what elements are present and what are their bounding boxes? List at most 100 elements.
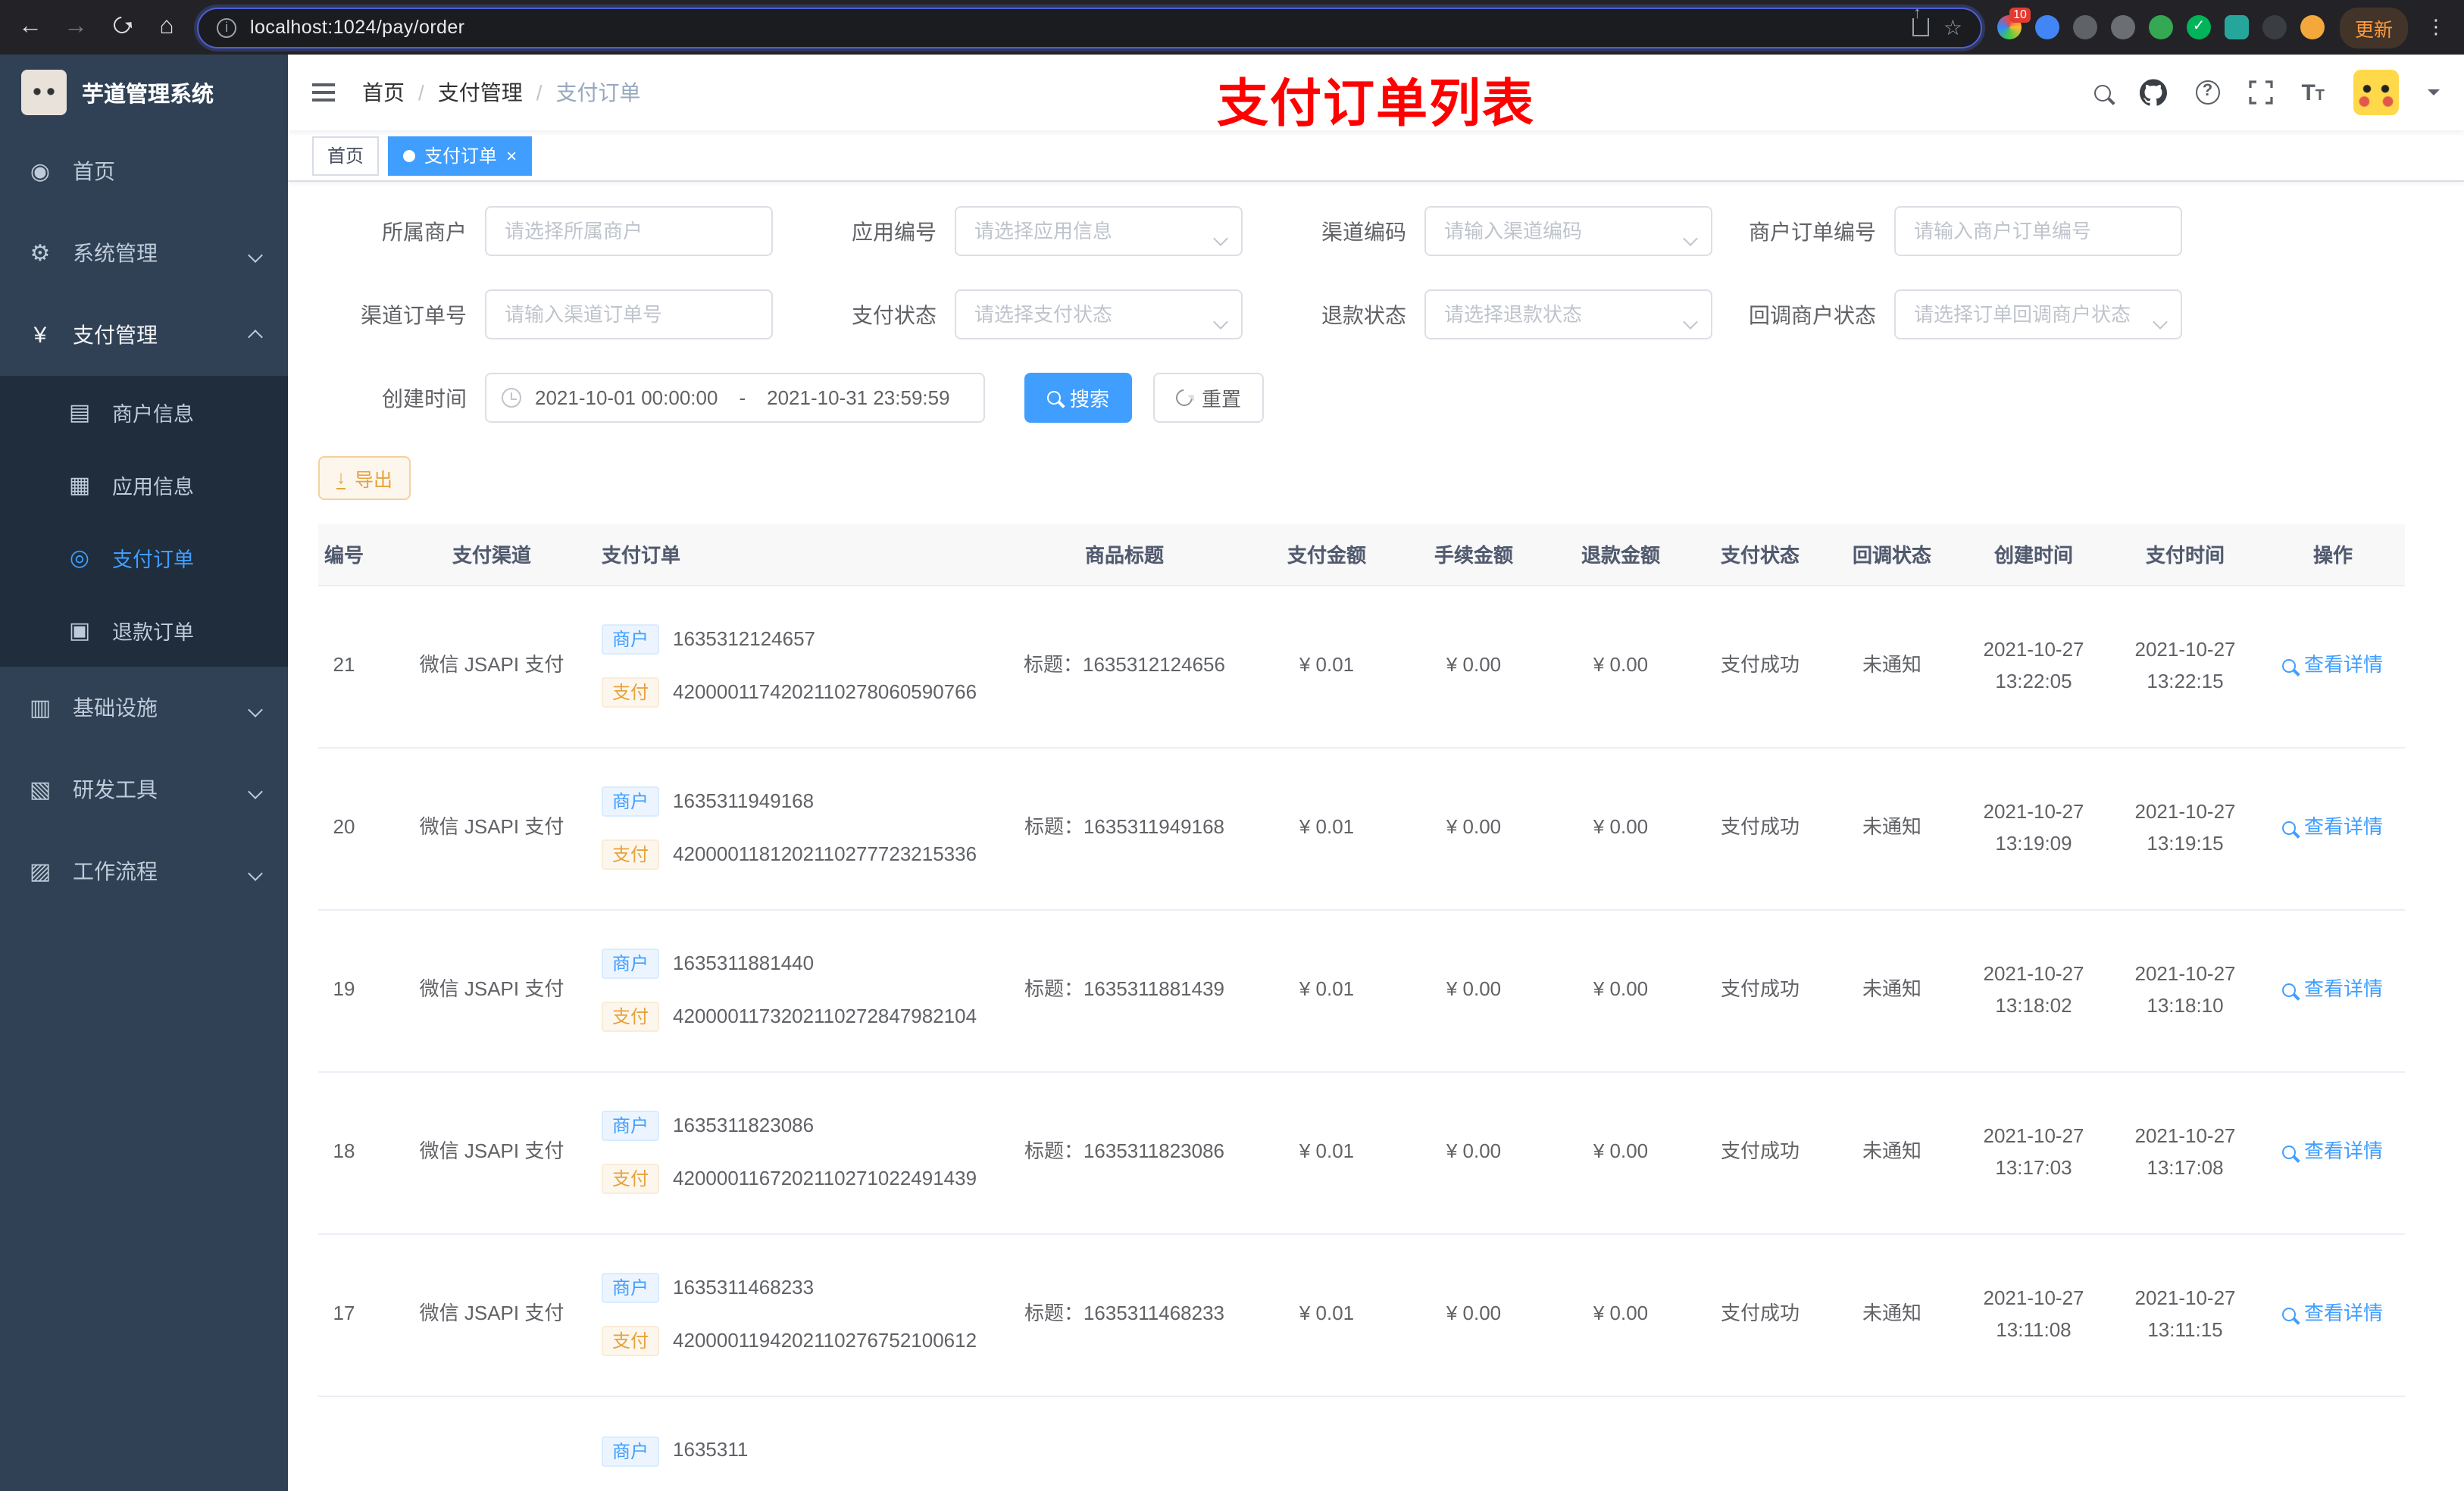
- extension-icon[interactable]: [2262, 15, 2287, 39]
- pay-time: 2021-10-27 13:17:08: [2109, 1071, 2261, 1234]
- bookmark-star-icon[interactable]: ☆: [1943, 14, 1962, 40]
- docs-help-icon[interactable]: ?: [2195, 80, 2220, 105]
- share-icon[interactable]: [1912, 5, 1930, 36]
- view-detail-link[interactable]: 查看详情: [2282, 1136, 2383, 1167]
- merchant-order-no-input[interactable]: [1894, 206, 2182, 256]
- extension-icon[interactable]: 10: [1997, 8, 2031, 39]
- tab-home[interactable]: 首页: [312, 136, 380, 175]
- pay-time: 2021-10-27 13:11:15: [2109, 1233, 2261, 1396]
- merchant-order-no-field[interactable]: [1894, 206, 2182, 256]
- sidebar-item-refund-order[interactable]: ▣ 退款订单: [0, 594, 288, 667]
- search-icon[interactable]: [2093, 84, 2111, 101]
- page-content: 所属商户 应用编号: [288, 182, 2464, 1491]
- search-button[interactable]: 搜索: [1024, 373, 1133, 423]
- font-size-icon[interactable]: TT: [2301, 80, 2325, 105]
- close-icon[interactable]: ×: [506, 146, 517, 164]
- refresh-icon[interactable]: [106, 13, 136, 41]
- pay-tag: 支付: [602, 1163, 660, 1194]
- merchant-select[interactable]: [485, 206, 773, 256]
- channel-order-no-input[interactable]: [485, 289, 773, 339]
- extension-icon[interactable]: [2148, 15, 2173, 39]
- fold-sidebar-icon[interactable]: [312, 83, 335, 102]
- sidebar-item-system[interactable]: ⚙ 系统管理: [0, 212, 288, 294]
- sidebar-item-infrastructure[interactable]: ▥ 基础设施: [0, 667, 288, 749]
- date-end[interactable]: 2021-10-31 23:59:59: [767, 386, 949, 409]
- view-detail-link[interactable]: 查看详情: [2282, 811, 2383, 843]
- tab-pay-order[interactable]: 支付订单 ×: [388, 136, 533, 175]
- sidebar: 芋道管理系统 ◉ 首页 ⚙ 系统管理 ¥ 支付管理 ▤ 商户信息 ▦ 应用信息 …: [0, 55, 288, 1491]
- fee-amount: ¥ 0.00: [1400, 747, 1547, 910]
- refresh-icon: [1172, 386, 1196, 410]
- refund-amount: ¥ 0.00: [1547, 909, 1694, 1072]
- refund-status-input[interactable]: [1424, 289, 1712, 339]
- order-channel: 微信 JSAPI 支付: [397, 1071, 586, 1234]
- channel-code-input[interactable]: [1424, 206, 1712, 256]
- create-time: 2021-10-27 13:18:02: [1958, 909, 2109, 1072]
- pay-status-input[interactable]: [955, 289, 1243, 339]
- actions-cell: 查看详情: [2261, 1233, 2405, 1396]
- view-detail-link[interactable]: 查看详情: [2282, 1298, 2383, 1330]
- channel-code-select[interactable]: [1424, 206, 1712, 256]
- view-detail-link[interactable]: 查看详情: [2282, 649, 2383, 681]
- pay-status: 支付成功: [1694, 747, 1826, 910]
- caret-down-icon[interactable]: [2428, 89, 2440, 102]
- home-icon[interactable]: ⌂: [152, 14, 182, 41]
- sidebar-item-workflow[interactable]: ▨ 工作流程: [0, 830, 288, 912]
- product-title: 标题：1635312124656: [996, 585, 1253, 748]
- callback-status-input[interactable]: [1894, 289, 2182, 339]
- sidebar-item-payment[interactable]: ¥ 支付管理: [0, 294, 288, 376]
- browser-menu-icon[interactable]: ⋮: [2423, 15, 2449, 39]
- col-id: 编号: [318, 524, 397, 586]
- create-time-range-picker[interactable]: 2021-10-01 00:00:00 - 2021-10-31 23:59:5…: [485, 373, 985, 423]
- extension-icon[interactable]: [2300, 15, 2325, 39]
- extension-icon[interactable]: [2034, 15, 2059, 39]
- chevron-down-icon: [1213, 308, 1228, 332]
- breadcrumb-home[interactable]: 首页: [362, 77, 405, 108]
- app-select[interactable]: [955, 206, 1243, 256]
- create-time: 2021-10-27 13:19:09: [1958, 747, 2109, 910]
- browser-update-button[interactable]: 更新: [2339, 7, 2408, 48]
- notify-status: 未通知: [1826, 1233, 1958, 1396]
- back-icon[interactable]: ←: [15, 14, 45, 41]
- order-channel: 微信 JSAPI 支付: [397, 1233, 586, 1396]
- col-fee: 手续金额: [1400, 524, 1547, 586]
- channel-order-no-field[interactable]: [485, 289, 773, 339]
- channel-order-no: 4200001181202110277723215336: [673, 842, 977, 864]
- pay-time: 2021-10-27 13:19:15: [2109, 747, 2261, 910]
- sidebar-item-pay-order[interactable]: ◎ 支付订单: [0, 521, 288, 594]
- forward-icon[interactable]: →: [61, 14, 91, 41]
- gear-icon: ⚙: [30, 241, 51, 267]
- reset-button[interactable]: 重置: [1153, 373, 1265, 423]
- url-text[interactable]: localhost:1024/pay/order: [250, 17, 1900, 38]
- fee-amount: ¥ 0.00: [1400, 1233, 1547, 1396]
- app-select-input[interactable]: [955, 206, 1243, 256]
- export-button[interactable]: ↓ 导出: [318, 456, 411, 500]
- callback-status-select[interactable]: [1894, 289, 2182, 339]
- filter-label: 支付状态: [852, 302, 937, 327]
- breadcrumb-pay-management[interactable]: 支付管理: [438, 77, 523, 108]
- sidebar-item-home[interactable]: ◉ 首页: [0, 130, 288, 212]
- view-detail-link[interactable]: 查看详情: [2282, 974, 2383, 1005]
- date-start[interactable]: 2021-10-01 00:00:00: [535, 386, 718, 409]
- merchant-select-input[interactable]: [485, 206, 773, 256]
- extension-icon[interactable]: [2224, 15, 2249, 39]
- sidebar-item-app-info[interactable]: ▦ 应用信息: [0, 449, 288, 521]
- sidebar-item-dev-tools[interactable]: ▧ 研发工具: [0, 749, 288, 830]
- order-channel: 微信 JSAPI 支付: [397, 585, 586, 748]
- actions-cell: 查看详情: [2261, 909, 2405, 1072]
- user-avatar[interactable]: [2353, 70, 2399, 115]
- chevron-down-icon: [2153, 308, 2168, 332]
- extension-icon[interactable]: [2072, 15, 2097, 39]
- download-icon: ↓: [336, 466, 346, 489]
- pay-status-select[interactable]: [955, 289, 1243, 339]
- extension-icon[interactable]: ✓: [2186, 15, 2211, 39]
- refund-status-select[interactable]: [1424, 289, 1712, 339]
- fullscreen-icon[interactable]: [2248, 80, 2273, 105]
- notify-status: 未通知: [1826, 1071, 1958, 1234]
- github-icon[interactable]: [2139, 79, 2167, 106]
- address-bar[interactable]: i localhost:1024/pay/order ☆: [197, 5, 1982, 48]
- site-info-icon[interactable]: i: [217, 17, 236, 37]
- extension-icon[interactable]: [2110, 15, 2135, 39]
- notify-status: 未通知: [1826, 747, 1958, 910]
- sidebar-item-merchant-info[interactable]: ▤ 商户信息: [0, 376, 288, 449]
